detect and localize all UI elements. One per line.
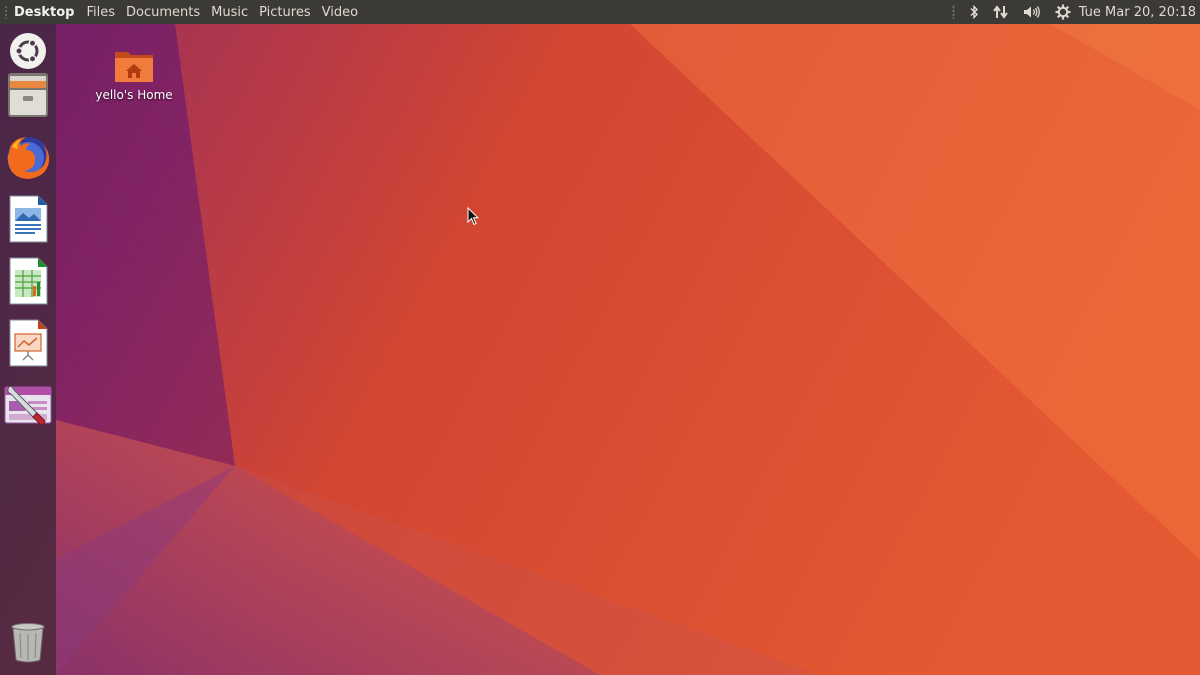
desktop-screen: Desktop Files Documents Music Pictures V… — [0, 0, 1200, 675]
top-panel: Desktop Files Documents Music Pictures V… — [0, 0, 1200, 24]
volume-icon[interactable] — [1023, 0, 1041, 24]
home-icon-label: yello's Home — [95, 88, 173, 102]
launcher-item-trash[interactable] — [2, 615, 54, 669]
libreoffice-calc-icon — [9, 257, 48, 305]
files-icon — [8, 73, 48, 117]
mouse-cursor-icon — [467, 207, 479, 226]
menu-pictures[interactable]: Pictures — [259, 5, 310, 20]
libreoffice-writer-icon — [9, 195, 48, 243]
launcher-item-files[interactable] — [2, 68, 54, 122]
launcher-item-calc[interactable] — [2, 254, 54, 308]
indicator-area: Tue Mar 20, 20:18 — [940, 0, 1200, 24]
trash-icon — [11, 623, 45, 663]
launcher-item-firefox[interactable] — [2, 130, 54, 184]
indicator-grip — [951, 5, 955, 19]
launcher-item-impress[interactable] — [2, 316, 54, 370]
network-icon[interactable] — [992, 0, 1009, 24]
firefox-icon — [7, 137, 50, 179]
desktop-wallpaper[interactable] — [0, 0, 1200, 675]
menu-video[interactable]: Video — [322, 5, 358, 20]
panel-grip — [4, 5, 8, 19]
desktop-home-icon[interactable]: yello's Home — [88, 46, 180, 102]
ubuntu-dash-icon — [10, 33, 46, 69]
system-settings-icon — [4, 385, 52, 426]
launcher — [0, 24, 56, 675]
launcher-item-settings[interactable] — [2, 378, 54, 432]
system-gear-icon[interactable] — [1055, 0, 1071, 24]
clock[interactable]: Tue Mar 20, 20:18 — [1079, 5, 1196, 20]
home-folder-icon — [115, 52, 153, 82]
menu-documents[interactable]: Documents — [126, 5, 200, 20]
menu-files[interactable]: Files — [86, 5, 115, 20]
bluetooth-icon[interactable] — [969, 0, 979, 24]
menu-music[interactable]: Music — [211, 5, 248, 20]
libreoffice-impress-icon — [9, 319, 48, 367]
launcher-item-writer[interactable] — [2, 192, 54, 246]
app-title: Desktop — [14, 4, 75, 20]
